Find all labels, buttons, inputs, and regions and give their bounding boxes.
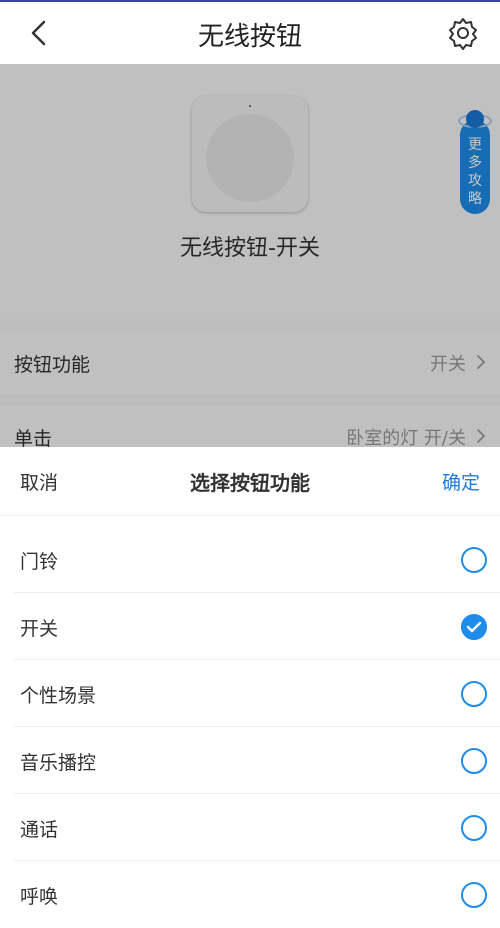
radio-unchecked-icon[interactable] xyxy=(461,815,487,841)
option-label: 音乐播控 xyxy=(20,752,97,774)
radio-checked-icon[interactable] xyxy=(461,614,487,640)
option-label: 开关 xyxy=(20,618,59,640)
option-custom-scene[interactable]: 个性场景 xyxy=(14,661,500,727)
modal-overlay[interactable] xyxy=(0,64,500,448)
sheet-header: 取消 选择按钮功能 确定 xyxy=(0,447,500,516)
option-doorbell[interactable]: 门铃 xyxy=(14,527,500,593)
radio-unchecked-icon[interactable] xyxy=(461,882,487,908)
radio-unchecked-icon[interactable] xyxy=(461,547,487,573)
option-music-control[interactable]: 音乐播控 xyxy=(14,728,500,794)
select-function-sheet: 取消 选择按钮功能 确定 门铃 开关 个性场景 音乐播控 通话 呼唤 xyxy=(0,447,500,924)
option-call[interactable]: 通话 xyxy=(14,795,500,861)
option-switch[interactable]: 开关 xyxy=(14,594,500,660)
option-label: 门铃 xyxy=(20,551,59,573)
top-bar: 无线按钮 xyxy=(0,0,500,64)
option-label: 通话 xyxy=(20,819,59,841)
confirm-button[interactable]: 确定 xyxy=(442,468,480,495)
page-title: 无线按钮 xyxy=(197,22,302,52)
option-label: 个性场景 xyxy=(20,685,97,707)
option-label: 呼唤 xyxy=(20,886,59,908)
option-summon[interactable]: 呼唤 xyxy=(14,862,500,928)
sheet-title: 选择按钮功能 xyxy=(190,471,310,495)
gear-icon[interactable] xyxy=(446,16,480,50)
radio-unchecked-icon[interactable] xyxy=(461,681,487,707)
radio-unchecked-icon[interactable] xyxy=(461,748,487,774)
